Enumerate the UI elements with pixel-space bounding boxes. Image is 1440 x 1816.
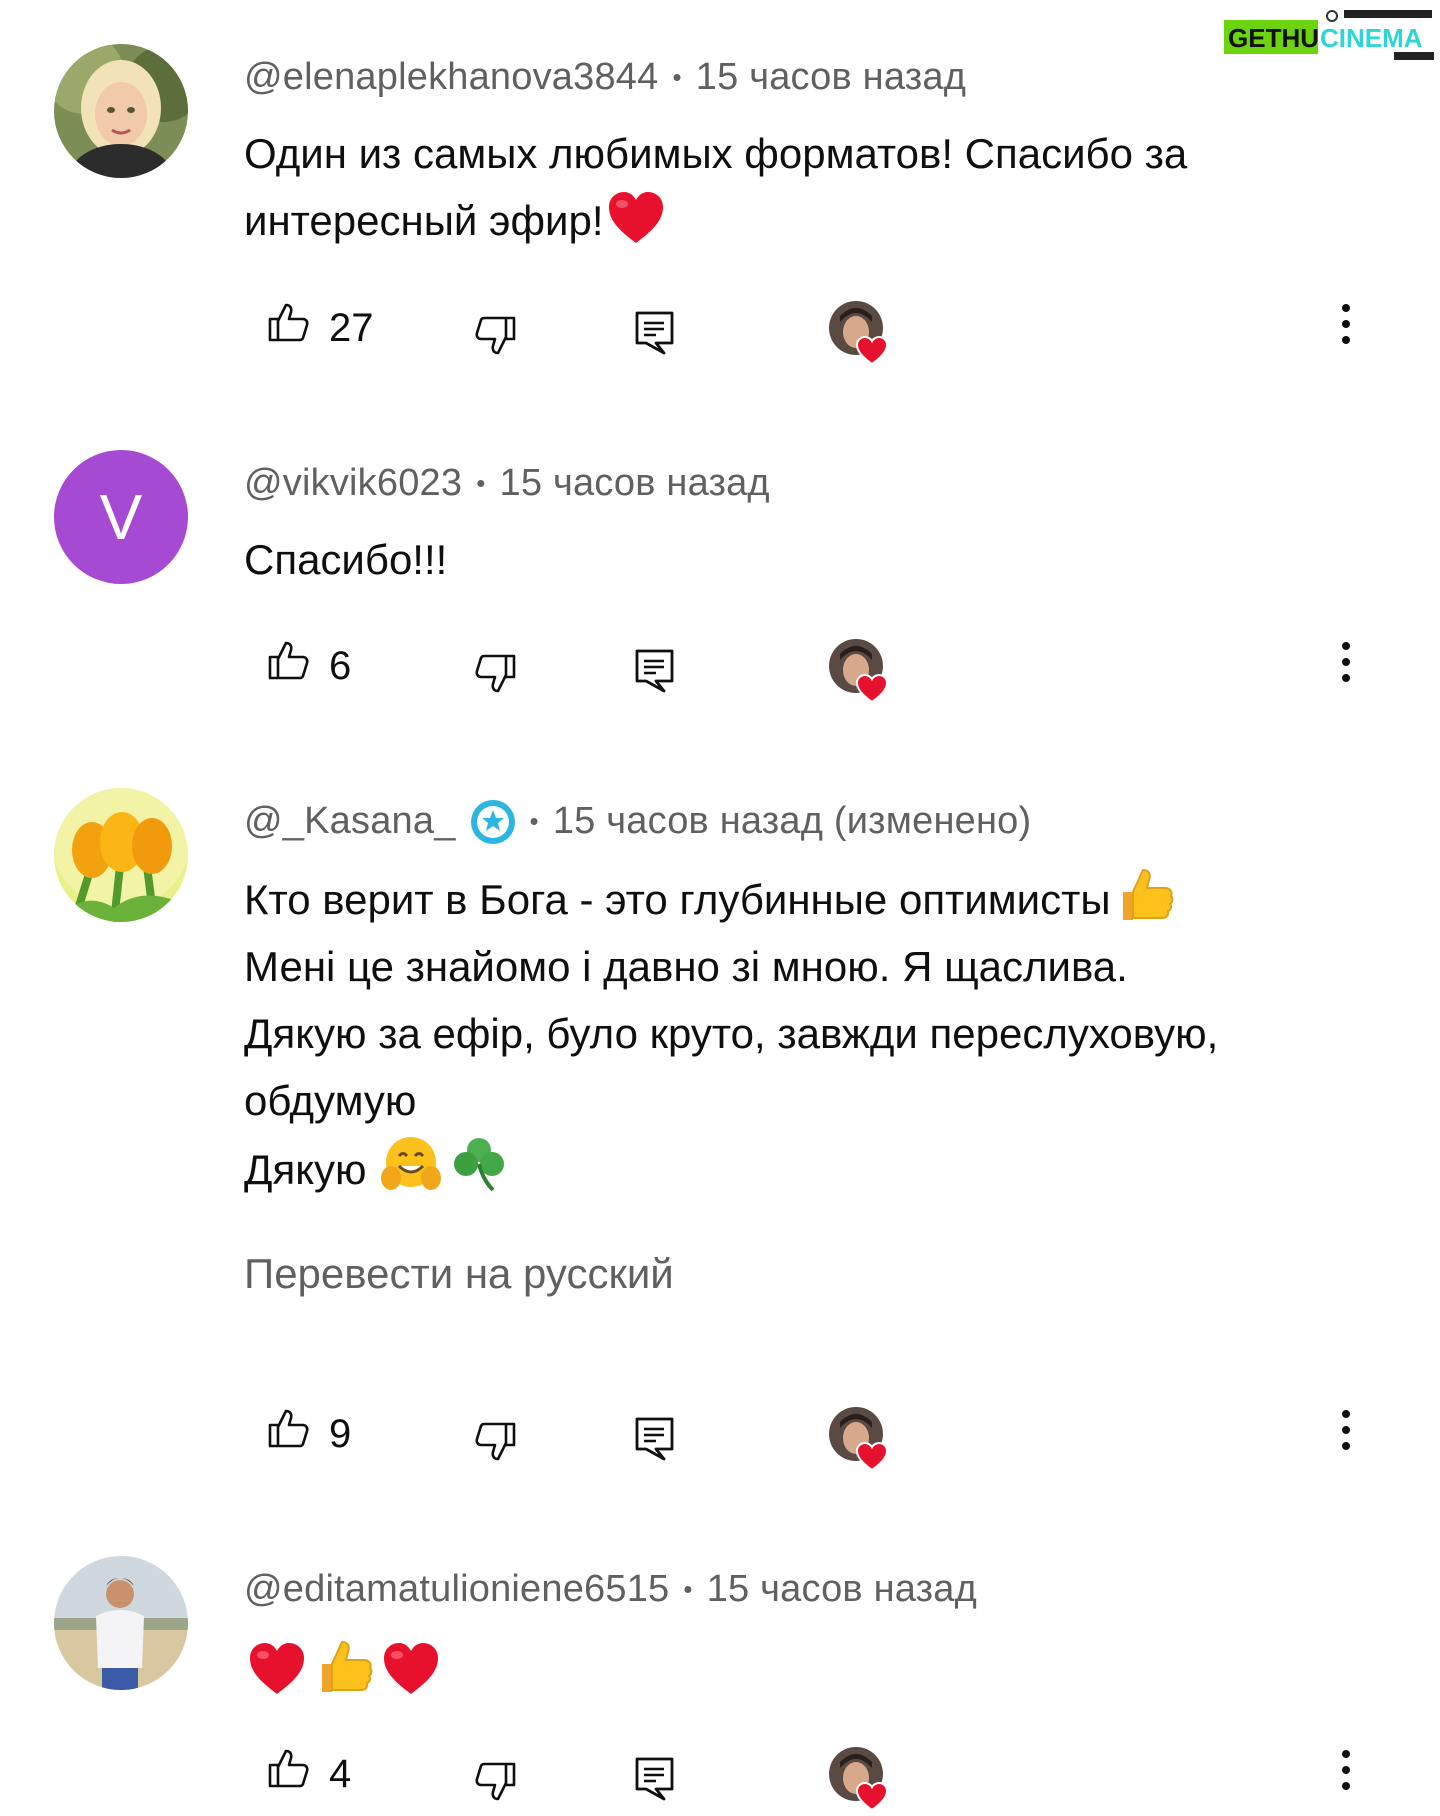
separator-dot: • — [683, 1573, 693, 1604]
creator-heart-icon — [829, 301, 889, 366]
comment-author[interactable]: @_Kasana_ — [244, 800, 456, 843]
avatar[interactable]: V — [54, 450, 188, 584]
avatar[interactable] — [54, 1556, 188, 1690]
reply-icon — [635, 1417, 674, 1461]
more-button[interactable] — [1340, 640, 1352, 689]
like-button[interactable] — [266, 638, 310, 682]
reply-icon — [635, 311, 674, 355]
comment-line-with-emoji: Кто верит в Бога - это глубинные оптимис… — [244, 864, 1218, 933]
comment-line: Спасибо!!! — [244, 536, 448, 583]
reply-button[interactable] — [634, 1416, 676, 1462]
comment-actions: 6 — [0, 638, 1440, 708]
dislike-button[interactable] — [474, 314, 518, 358]
comment-line: Кто верит в Бога - это глубинные оптимис… — [244, 876, 1111, 923]
shamrock-icon — [449, 1134, 509, 1194]
comment-line: Дякую — [244, 1146, 367, 1193]
thumb-up-icon — [268, 641, 309, 680]
thumbs-up-icon — [314, 1636, 374, 1696]
red-heart-icon — [382, 1642, 440, 1696]
red-heart-icon — [248, 1642, 306, 1696]
comment-meta: @editamatulioniene6515 • 15 часов назад — [244, 1564, 977, 1614]
like-button[interactable] — [266, 1406, 310, 1450]
comment-line: Один из самых любимых форматов! Спасибо … — [244, 130, 1188, 177]
comment-meta: @vikvik6023 • 15 часов назад — [244, 458, 770, 508]
comment-line: Мені це знайомо і давно зі мною. Я щасли… — [244, 943, 1128, 990]
comment-time[interactable]: 15 часов назад — [707, 1568, 977, 1611]
creator-heart[interactable] — [828, 638, 889, 704]
more-vert-icon — [1342, 1750, 1350, 1790]
red-heart-icon — [607, 191, 665, 245]
thumb-down-icon — [475, 1422, 516, 1461]
thumb-down-icon — [475, 1762, 516, 1801]
comment-meta: @elenaplekhanova3844 • 15 часов назад — [244, 52, 966, 102]
hugging-face-icon — [380, 1134, 441, 1194]
thumbs-up-icon — [1115, 864, 1175, 924]
reply-button[interactable] — [634, 1756, 676, 1802]
comment-author[interactable]: @vikvik6023 — [244, 462, 462, 505]
comment-text: Спасибо!!! — [244, 526, 447, 593]
reply-button[interactable] — [634, 648, 676, 694]
comment-actions: 4 — [0, 1746, 1440, 1816]
reply-icon — [635, 649, 674, 693]
thumb-up-icon — [268, 1409, 309, 1448]
like-button[interactable] — [266, 1746, 310, 1790]
separator-dot: • — [476, 467, 486, 498]
more-vert-icon — [1342, 1410, 1350, 1450]
comment-text: Кто верит в Бога - это глубинные оптимис… — [244, 864, 1218, 1203]
verified-badge-icon — [470, 799, 516, 845]
comment-actions: 9 — [0, 1406, 1440, 1476]
avatar[interactable] — [54, 788, 188, 922]
comment-time[interactable]: 15 часов назад — [696, 56, 966, 99]
comment-author[interactable]: @editamatulioniene6515 — [244, 1568, 669, 1611]
like-count: 6 — [329, 644, 352, 688]
comment-line-with-emoji: интересный эфир! — [244, 187, 1187, 254]
comment-line: интересный эфир! — [244, 197, 604, 244]
reply-icon — [635, 1757, 674, 1801]
watermark-text-2: CINEMA — [1320, 23, 1423, 53]
avatar-letter: V — [99, 481, 143, 553]
dislike-button[interactable] — [474, 652, 518, 696]
thumb-up-icon — [268, 303, 309, 342]
creator-heart-icon — [829, 639, 889, 704]
dislike-button[interactable] — [474, 1760, 518, 1804]
comment-author[interactable]: @elenaplekhanova3844 — [244, 56, 658, 99]
separator-dot: • — [672, 61, 682, 92]
more-button[interactable] — [1340, 1748, 1352, 1797]
separator-dot: • — [529, 805, 539, 836]
thumb-up-icon — [268, 1749, 309, 1788]
reply-button[interactable] — [634, 310, 676, 356]
watermark-logo: GETHU CINEMA — [1224, 10, 1438, 62]
comment-time[interactable]: 15 часов назад — [500, 462, 770, 505]
creator-heart[interactable] — [828, 1746, 889, 1812]
comment-text: Один из самых любимых форматов! Спасибо … — [244, 120, 1187, 254]
like-count: 9 — [329, 1412, 352, 1456]
translate-link[interactable]: Перевести на русский — [244, 1250, 674, 1298]
creator-heart-icon — [829, 1407, 889, 1472]
comment-meta: @_Kasana_ • 15 часов назад (изменено) — [244, 796, 1031, 846]
more-button[interactable] — [1340, 1408, 1352, 1457]
dislike-button[interactable] — [474, 1420, 518, 1464]
like-count: 4 — [329, 1752, 352, 1796]
comment-line: обдумую — [244, 1077, 417, 1124]
comment-text — [244, 1636, 444, 1705]
comment-line: Дякую за ефір, було круто, завжди пересл… — [244, 1010, 1219, 1057]
creator-heart[interactable] — [828, 1406, 889, 1472]
creator-heart-icon — [829, 1747, 889, 1812]
comment-actions: 27 — [0, 300, 1440, 370]
thumb-down-icon — [475, 316, 516, 355]
like-button[interactable] — [266, 300, 310, 344]
comment-time[interactable]: 15 часов назад (изменено) — [553, 800, 1032, 843]
watermark-text-1: GETHU — [1228, 23, 1319, 53]
thumb-down-icon — [475, 654, 516, 693]
avatar[interactable] — [54, 44, 188, 178]
more-button[interactable] — [1340, 302, 1352, 351]
more-vert-icon — [1342, 304, 1350, 344]
comment-line-with-emoji: Дякую — [244, 1134, 1218, 1203]
like-count: 27 — [329, 306, 374, 350]
creator-heart[interactable] — [828, 300, 889, 366]
more-vert-icon — [1342, 642, 1350, 682]
